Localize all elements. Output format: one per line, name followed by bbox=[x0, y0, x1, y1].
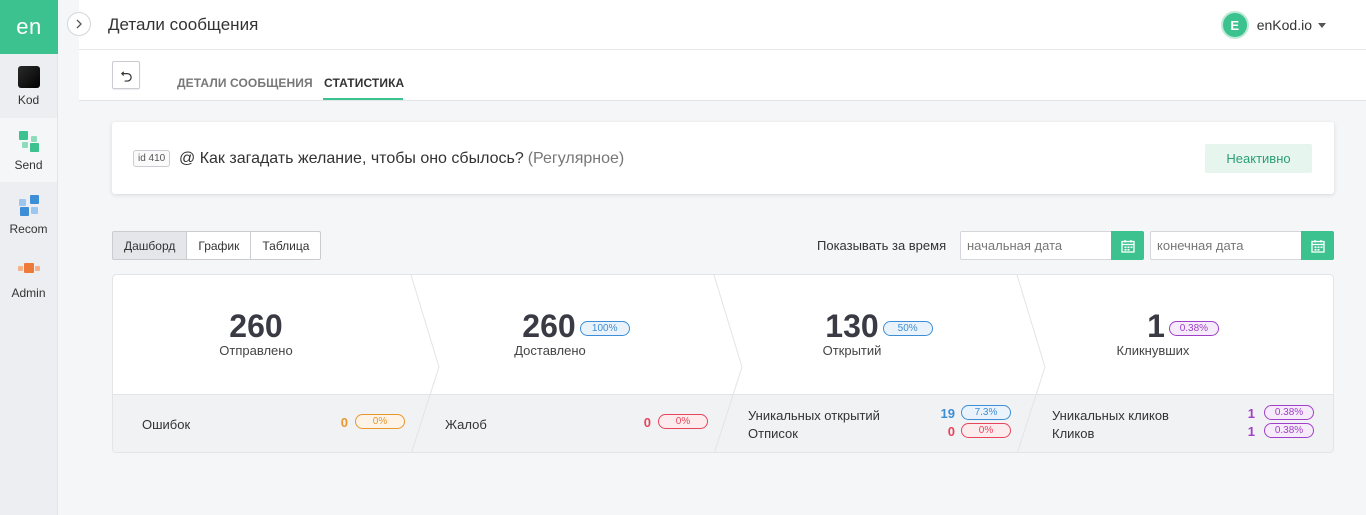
metric-delivered: 260 100% Доставлено bbox=[437, 275, 715, 394]
start-date-calendar-button[interactable] bbox=[1111, 231, 1144, 260]
metric-label: Ошибок bbox=[142, 417, 191, 432]
metric-value: 130 bbox=[825, 308, 879, 344]
header: Детали сообщения E enKod.io bbox=[79, 0, 1366, 50]
metric-label: Отправлено bbox=[219, 343, 293, 358]
metric-complaints: Жалоб 0 0% bbox=[416, 394, 716, 452]
metric-opens-detail: Уникальных открытий 19 7.3% Отписок 0 0% bbox=[719, 394, 1019, 452]
metric-value: 19 bbox=[940, 406, 955, 421]
metric-label: Жалоб bbox=[445, 417, 487, 432]
metric-label: Кликнувших bbox=[1116, 343, 1190, 358]
send-icon bbox=[17, 129, 41, 153]
tab-statistics[interactable]: СТАТИСТИКА bbox=[324, 76, 404, 90]
metric-clicks-detail: Уникальных кликов 1 0.38% Кликов 1 0.38% bbox=[1022, 394, 1333, 452]
view-dashboard-button[interactable]: Дашборд bbox=[112, 231, 188, 260]
back-button[interactable] bbox=[112, 61, 140, 89]
metric-label: Отписок bbox=[748, 426, 798, 441]
view-switcher: Дашборд График Таблица bbox=[112, 231, 322, 260]
sidebar-item-label: Kod bbox=[17, 92, 40, 107]
avatar: E bbox=[1220, 11, 1249, 39]
end-date-input[interactable] bbox=[1151, 232, 1301, 259]
metric-percent-badge: 0.38% bbox=[1264, 405, 1314, 420]
message-type: (Регулярное) bbox=[527, 150, 625, 167]
sidebar-item-label: Admin bbox=[11, 285, 46, 300]
page-title: Детали сообщения bbox=[108, 15, 259, 34]
sidebar-item-admin[interactable]: Admin bbox=[0, 246, 57, 310]
sidebar-item-send[interactable]: Send bbox=[0, 118, 57, 182]
metric-percent-badge: 0.38% bbox=[1168, 321, 1219, 336]
logo[interactable]: en bbox=[0, 0, 58, 54]
metric-percent-badge: 0.38% bbox=[1264, 423, 1314, 438]
metric-value: 1 bbox=[1247, 406, 1255, 421]
admin-icon bbox=[17, 257, 41, 281]
metric-sent: 260 Отправлено bbox=[113, 275, 399, 394]
metric-label: Открытий bbox=[822, 343, 882, 358]
message-id-badge: id 410 bbox=[133, 150, 171, 167]
stats-funnel: 260 Отправлено 260 100% Доставлено 130 50%… bbox=[112, 274, 1334, 453]
kod-icon bbox=[17, 65, 40, 88]
sidebar-toggle-button[interactable] bbox=[67, 12, 91, 36]
metric-percent-badge: 100% bbox=[579, 321, 630, 336]
caret-down-icon bbox=[1318, 22, 1326, 28]
tab-message-details[interactable]: ДЕТАЛИ СООБЩЕНИЯ bbox=[177, 76, 313, 90]
metric-percent-badge: 0% bbox=[355, 414, 405, 429]
metric-value: 1 bbox=[1247, 424, 1255, 439]
user-name: enKod.io bbox=[1256, 17, 1312, 33]
metric-value: 0 bbox=[340, 415, 348, 430]
message-title-text: @ Как загадать желание, чтобы оно сбылос… bbox=[179, 150, 524, 167]
metric-errors: Ошибок 0 0% bbox=[113, 394, 413, 452]
message-card: id 410 @ Как загадать желание, чтобы оно… bbox=[112, 122, 1334, 194]
tab-bar: ДЕТАЛИ СООБЩЕНИЯ СТАТИСТИКА bbox=[79, 50, 1366, 101]
view-chart-button[interactable]: График bbox=[186, 231, 252, 260]
metric-opened: 130 50% Открытий bbox=[740, 275, 1018, 394]
active-tab-indicator bbox=[323, 98, 403, 100]
user-menu[interactable]: E enKod.io bbox=[1220, 11, 1326, 39]
metric-value: 260 bbox=[522, 308, 576, 344]
metric-percent-badge: 50% bbox=[882, 321, 933, 336]
metric-label: Доставлено bbox=[514, 343, 586, 358]
metric-percent-badge: 7.3% bbox=[961, 405, 1011, 420]
start-date-input[interactable] bbox=[961, 232, 1111, 259]
metric-clicked: 1 0.38% Кликнувших bbox=[1043, 275, 1323, 394]
calendar-icon bbox=[1120, 239, 1135, 253]
calendar-icon bbox=[1310, 239, 1325, 253]
message-title: @ Как загадать желание, чтобы оно сбылос… bbox=[179, 150, 624, 168]
metric-value: 1 bbox=[1147, 308, 1165, 344]
view-table-button[interactable]: Таблица bbox=[250, 231, 322, 260]
start-date-field bbox=[960, 231, 1144, 260]
sidebar: en Kod Send Recom Admin bbox=[0, 0, 58, 515]
sidebar-item-recom[interactable]: Recom bbox=[0, 182, 57, 246]
period-label: Показывать за время bbox=[817, 238, 947, 253]
metric-percent-badge: 0% bbox=[961, 423, 1011, 438]
sidebar-item-label: Recom bbox=[9, 221, 48, 236]
metric-percent-badge: 0% bbox=[658, 414, 708, 429]
metric-label: Уникальных кликов bbox=[1052, 408, 1169, 423]
metric-value: 260 bbox=[229, 308, 283, 344]
metric-label: Уникальных открытий bbox=[748, 408, 880, 423]
metric-label: Кликов bbox=[1052, 426, 1095, 441]
metric-value: 0 bbox=[643, 415, 651, 430]
sidebar-item-label: Send bbox=[14, 157, 43, 172]
status-button[interactable]: Неактивно bbox=[1205, 144, 1312, 173]
end-date-calendar-button[interactable] bbox=[1301, 231, 1334, 260]
recom-icon bbox=[17, 193, 41, 217]
end-date-field bbox=[1150, 231, 1334, 260]
undo-icon bbox=[120, 70, 132, 82]
sidebar-item-kod[interactable]: Kod bbox=[0, 54, 57, 118]
chevron-right-icon bbox=[76, 19, 82, 29]
metric-value: 0 bbox=[947, 424, 955, 439]
